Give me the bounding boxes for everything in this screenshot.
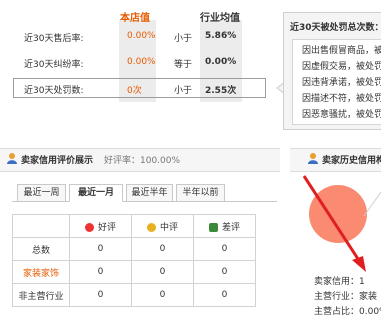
tab-before-half-year[interactable]: 半年以前 xyxy=(176,184,225,202)
positive-flower-icon xyxy=(84,222,94,232)
total-negative: 0 xyxy=(193,237,256,261)
total-neutral: 0 xyxy=(131,237,194,261)
row-label-total: 总数 xyxy=(12,237,70,261)
penalty-popup: 近30天被处罚总次数： 因出售假冒商品，被处 因虚假交易，被处罚 因违背承诺，被… xyxy=(283,12,381,130)
negative-leaf-icon xyxy=(208,222,218,232)
table-row: 家装家饰 0 0 0 xyxy=(12,260,256,284)
after-sale-rate-compare: 小于 xyxy=(174,34,193,44)
penalty-count-compare: 小于 xyxy=(174,86,193,96)
main-industry-text: 主营行业：家装 xyxy=(314,292,378,302)
penalty-reason-mismatch: 因描述不符，被处罚 xyxy=(302,94,381,104)
store-value-header: 本店值 xyxy=(120,13,150,24)
dispute-rate-store: 0.00% xyxy=(127,57,156,67)
rating-section-title: 卖家信用评价展示 xyxy=(21,156,94,166)
penalty-reason-fake-trade: 因虚假交易，被处罚 xyxy=(302,62,381,72)
dispute-rate-compare: 等于 xyxy=(174,60,193,70)
penalty-count-industry: 2.55次 xyxy=(205,86,237,96)
positive-rate-label: 好评率：100.00% xyxy=(104,156,181,166)
col-negative: 差评 xyxy=(193,214,256,238)
seller-credit-text: 卖家信用：1 xyxy=(314,277,365,287)
after-sale-rate-industry: 5.86% xyxy=(205,31,237,41)
dispute-rate-label: 近30天纠纷率: xyxy=(24,60,84,70)
penalty-count-store: 0次 xyxy=(127,86,142,96)
penalty-popup-title: 近30天被处罚总次数： xyxy=(290,23,381,33)
after-sale-rate-store: 0.00% xyxy=(127,31,156,41)
penalty-reason-harassment: 因恶意骚扰，被处罚 xyxy=(302,110,381,120)
neutral-flower-icon xyxy=(146,222,156,232)
dispute-rate-industry: 0.00% xyxy=(205,57,237,67)
non-main-neutral: 0 xyxy=(131,283,194,307)
tab-last-month[interactable]: 最近一月 xyxy=(69,184,123,202)
after-sale-rate-label: 近30天售后率: xyxy=(24,34,84,44)
history-section-title: 卖家历史信用构 xyxy=(322,156,381,166)
user-icon xyxy=(7,153,17,164)
rating-table: 好评 中评 差评 总数 0 0 0 家装家饰 0 0 0 非主营行业 0 0 0 xyxy=(12,214,256,307)
tab-last-week[interactable]: 最近一周 xyxy=(17,184,66,202)
table-row: 总数 0 0 0 xyxy=(12,237,256,261)
penalty-count-label: 近30天处罚数: xyxy=(24,86,84,96)
row-label-home-decor[interactable]: 家装家饰 xyxy=(12,260,70,284)
penalty-reason-counterfeit: 因出售假冒商品，被处 xyxy=(302,46,381,56)
table-row: 非主营行业 0 0 0 xyxy=(12,283,256,307)
user-icon xyxy=(308,153,318,164)
home-decor-negative: 0 xyxy=(193,260,256,284)
col-positive: 好评 xyxy=(69,214,132,238)
penalty-popup-list: 因出售假冒商品，被处 因虚假交易，被处罚 因违背承诺，被处罚 因描述不符，被处罚… xyxy=(292,39,381,125)
home-decor-positive: 0 xyxy=(69,260,132,284)
penalty-reason-broken-promise: 因违背承诺，被处罚 xyxy=(302,78,381,88)
row-label-non-main: 非主营行业 xyxy=(12,283,70,307)
non-main-negative: 0 xyxy=(193,283,256,307)
non-main-positive: 0 xyxy=(69,283,132,307)
total-positive: 0 xyxy=(69,237,132,261)
industry-average-header: 行业均值 xyxy=(200,13,240,24)
main-share-text: 主营占比：0.00% xyxy=(314,307,381,317)
col-neutral: 中评 xyxy=(131,214,194,238)
home-decor-neutral: 0 xyxy=(131,260,194,284)
tab-last-half-year[interactable]: 最近半年 xyxy=(126,184,173,202)
